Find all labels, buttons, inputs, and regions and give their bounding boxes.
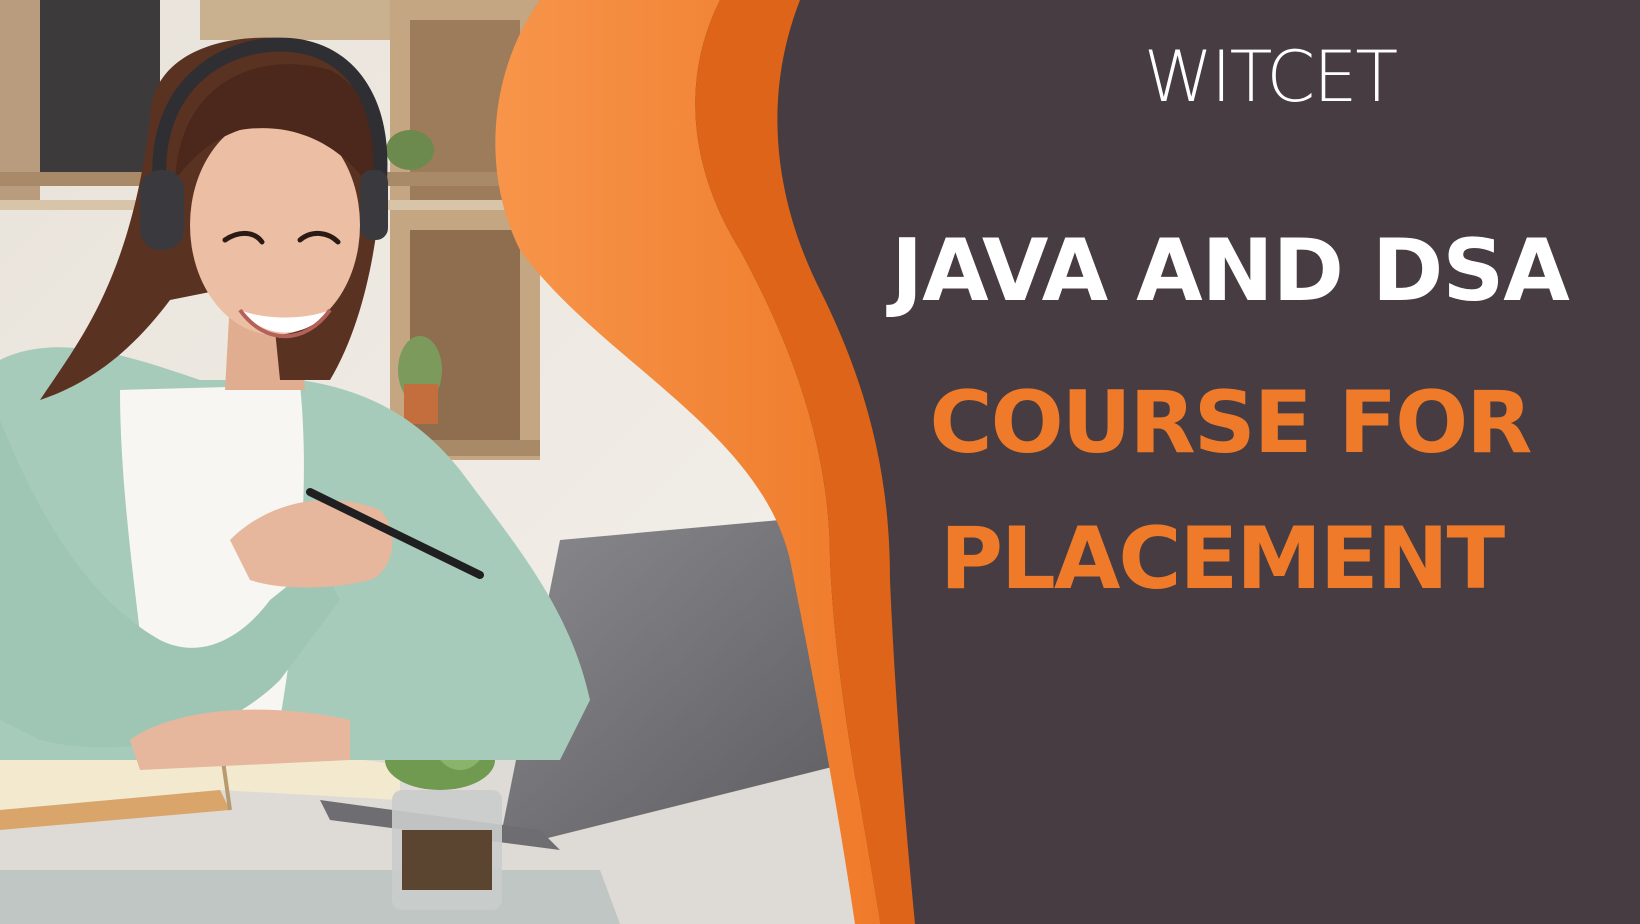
headline-line-3: PLACEMENT bbox=[940, 509, 1505, 609]
brand-logo-text: WITCET bbox=[1143, 36, 1398, 118]
course-banner: WITCET JAVA AND DSA COURSE FOR PLACEMENT bbox=[0, 0, 1640, 924]
headline-line-1: JAVA AND DSA bbox=[891, 221, 1570, 321]
headline-line-2: COURSE FOR bbox=[929, 373, 1533, 473]
